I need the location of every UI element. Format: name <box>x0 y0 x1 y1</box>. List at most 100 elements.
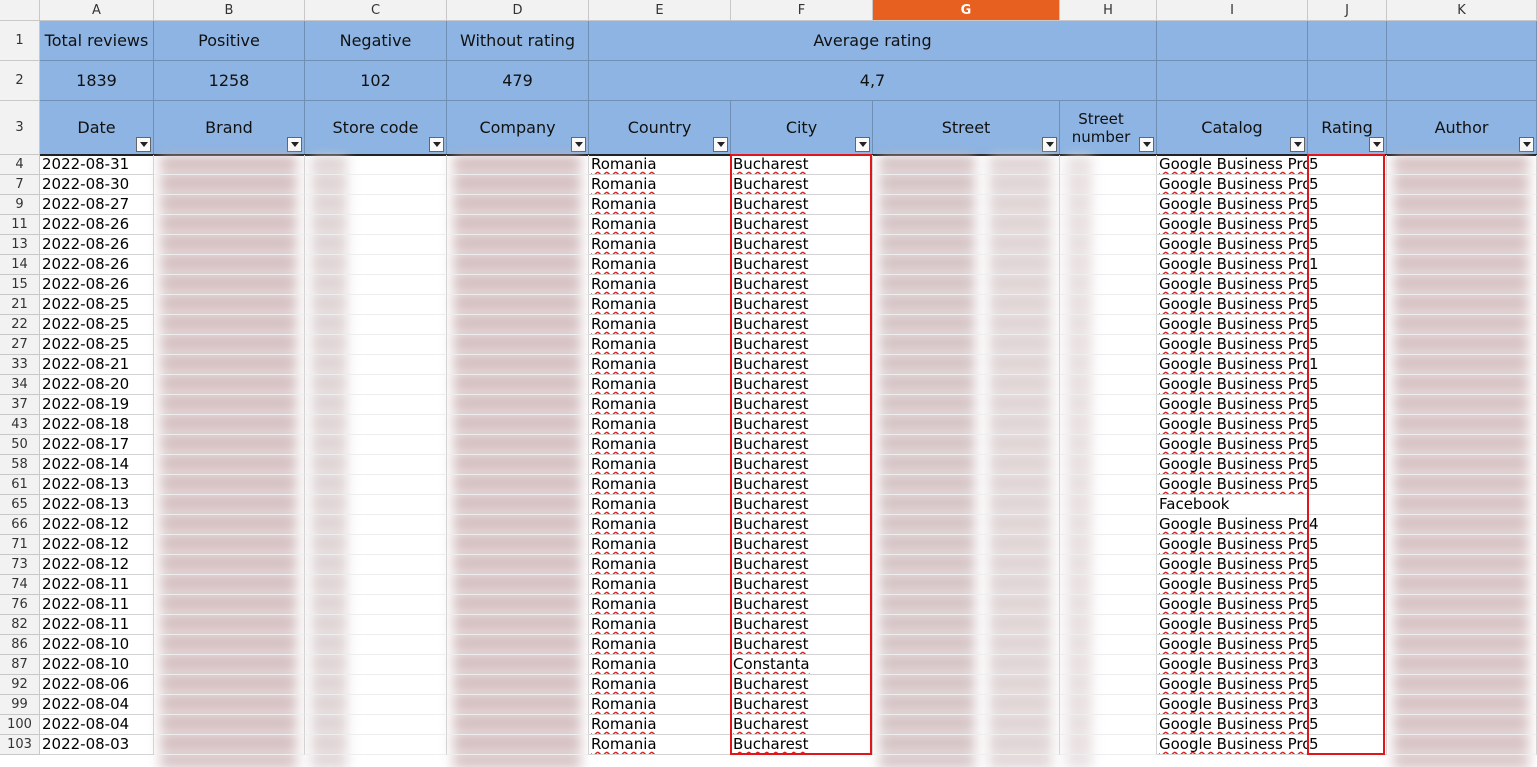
cell-country[interactable]: Romania <box>589 695 731 715</box>
cell-date[interactable]: 2022-08-13 <box>40 475 154 495</box>
cell-redacted[interactable] <box>305 675 447 695</box>
cell-city[interactable]: Bucharest <box>731 555 873 575</box>
cell-city[interactable]: Bucharest <box>731 255 873 275</box>
cell-redacted[interactable] <box>1060 635 1157 655</box>
cell-redacted[interactable] <box>1060 455 1157 475</box>
cell-redacted[interactable] <box>447 635 589 655</box>
cell-redacted[interactable] <box>1060 595 1157 615</box>
row-header[interactable]: 2 <box>0 61 40 101</box>
cell-redacted[interactable] <box>154 675 305 695</box>
cell-rating[interactable]: 5 <box>1308 635 1387 655</box>
cell-city[interactable]: Bucharest <box>731 315 873 335</box>
cell-country[interactable]: Romania <box>589 315 731 335</box>
cell-redacted[interactable] <box>1060 715 1157 735</box>
cell-redacted[interactable] <box>1387 315 1537 335</box>
cell-redacted[interactable] <box>447 255 589 275</box>
cell-redacted[interactable] <box>154 395 305 415</box>
cell-redacted[interactable] <box>305 655 447 675</box>
cell-redacted[interactable] <box>154 655 305 675</box>
cell-catalog[interactable]: Google Business Pro <box>1157 315 1308 335</box>
column-header-h[interactable]: H <box>1060 0 1157 21</box>
cell-redacted[interactable] <box>154 535 305 555</box>
cell-redacted[interactable] <box>873 415 1060 435</box>
cell-redacted[interactable] <box>154 515 305 535</box>
cell-redacted[interactable] <box>154 175 305 195</box>
cell-date[interactable]: 2022-08-18 <box>40 415 154 435</box>
cell-catalog[interactable]: Google Business Pro <box>1157 395 1308 415</box>
cell-redacted[interactable] <box>1060 375 1157 395</box>
cell-redacted[interactable] <box>154 355 305 375</box>
cell-redacted[interactable] <box>447 395 589 415</box>
cell-catalog[interactable]: Google Business Pro <box>1157 295 1308 315</box>
cell-redacted[interactable] <box>1060 435 1157 455</box>
row-header[interactable]: 65 <box>0 495 40 515</box>
cell-rating[interactable]: 5 <box>1308 235 1387 255</box>
column-header-c[interactable]: C <box>305 0 447 21</box>
cell-redacted[interactable] <box>873 715 1060 735</box>
cell-redacted[interactable] <box>1060 415 1157 435</box>
cell-redacted[interactable] <box>447 715 589 735</box>
cell-redacted[interactable] <box>305 295 447 315</box>
cell-redacted[interactable] <box>1060 695 1157 715</box>
cell-redacted[interactable] <box>305 455 447 475</box>
cell-city[interactable]: Bucharest <box>731 195 873 215</box>
row-header[interactable]: 43 <box>0 415 40 435</box>
cell-redacted[interactable] <box>1060 675 1157 695</box>
cell-redacted[interactable] <box>1387 195 1537 215</box>
cell-date[interactable]: 2022-08-10 <box>40 635 154 655</box>
cell-rating[interactable]: 5 <box>1308 215 1387 235</box>
column-header-j[interactable]: J <box>1308 0 1387 21</box>
column-header-d[interactable]: D <box>447 0 589 21</box>
row-header[interactable]: 103 <box>0 735 40 755</box>
cell-redacted[interactable] <box>1387 555 1537 575</box>
cell-redacted[interactable] <box>447 655 589 675</box>
cell-redacted[interactable] <box>447 575 589 595</box>
cell-date[interactable]: 2022-08-19 <box>40 395 154 415</box>
cell-redacted[interactable] <box>305 355 447 375</box>
cell-country[interactable]: Romania <box>589 535 731 555</box>
cell-redacted[interactable] <box>1387 615 1537 635</box>
cell-redacted[interactable] <box>154 715 305 735</box>
cell-country[interactable]: Romania <box>589 275 731 295</box>
cell-rating[interactable]: 5 <box>1308 375 1387 395</box>
cell-country[interactable]: Romania <box>589 515 731 535</box>
cell-catalog[interactable]: Google Business Pro <box>1157 595 1308 615</box>
cell-rating[interactable]: 5 <box>1308 575 1387 595</box>
cell-catalog[interactable]: Google Business Pro <box>1157 695 1308 715</box>
cell-redacted[interactable] <box>154 735 305 755</box>
cell-redacted[interactable] <box>873 275 1060 295</box>
cell-catalog[interactable]: Google Business Pro <box>1157 715 1308 735</box>
cell-redacted[interactable] <box>1387 595 1537 615</box>
cell-redacted[interactable] <box>447 675 589 695</box>
cell-redacted[interactable] <box>873 735 1060 755</box>
cell-city[interactable]: Bucharest <box>731 435 873 455</box>
cell-date[interactable]: 2022-08-21 <box>40 355 154 375</box>
cell-redacted[interactable] <box>1060 555 1157 575</box>
cell-redacted[interactable] <box>1387 655 1537 675</box>
row-header[interactable]: 14 <box>0 255 40 275</box>
cell-date[interactable]: 2022-08-12 <box>40 555 154 575</box>
cell-redacted[interactable] <box>154 435 305 455</box>
cell-city[interactable]: Bucharest <box>731 455 873 475</box>
cell-redacted[interactable] <box>305 375 447 395</box>
cell-redacted[interactable] <box>305 495 447 515</box>
autofilter-dropdown-button[interactable] <box>1519 137 1534 152</box>
cell-redacted[interactable] <box>305 395 447 415</box>
cell-city[interactable]: Bucharest <box>731 335 873 355</box>
autofilter-dropdown-button[interactable] <box>1042 137 1057 152</box>
cell-rating[interactable]: 5 <box>1308 155 1387 175</box>
cell-redacted[interactable] <box>1060 255 1157 275</box>
cell-redacted[interactable] <box>873 335 1060 355</box>
cell-redacted[interactable] <box>1060 735 1157 755</box>
cell-city[interactable]: Bucharest <box>731 175 873 195</box>
cell-redacted[interactable] <box>447 435 589 455</box>
cell-redacted[interactable] <box>154 315 305 335</box>
cell-city[interactable]: Bucharest <box>731 355 873 375</box>
cell-redacted[interactable] <box>873 255 1060 275</box>
cell-date[interactable]: 2022-08-27 <box>40 195 154 215</box>
autofilter-dropdown-button[interactable] <box>1369 137 1384 152</box>
row-header[interactable]: 13 <box>0 235 40 255</box>
cell-rating[interactable]: 5 <box>1308 735 1387 755</box>
cell-redacted[interactable] <box>1387 275 1537 295</box>
cell-redacted[interactable] <box>1387 635 1537 655</box>
